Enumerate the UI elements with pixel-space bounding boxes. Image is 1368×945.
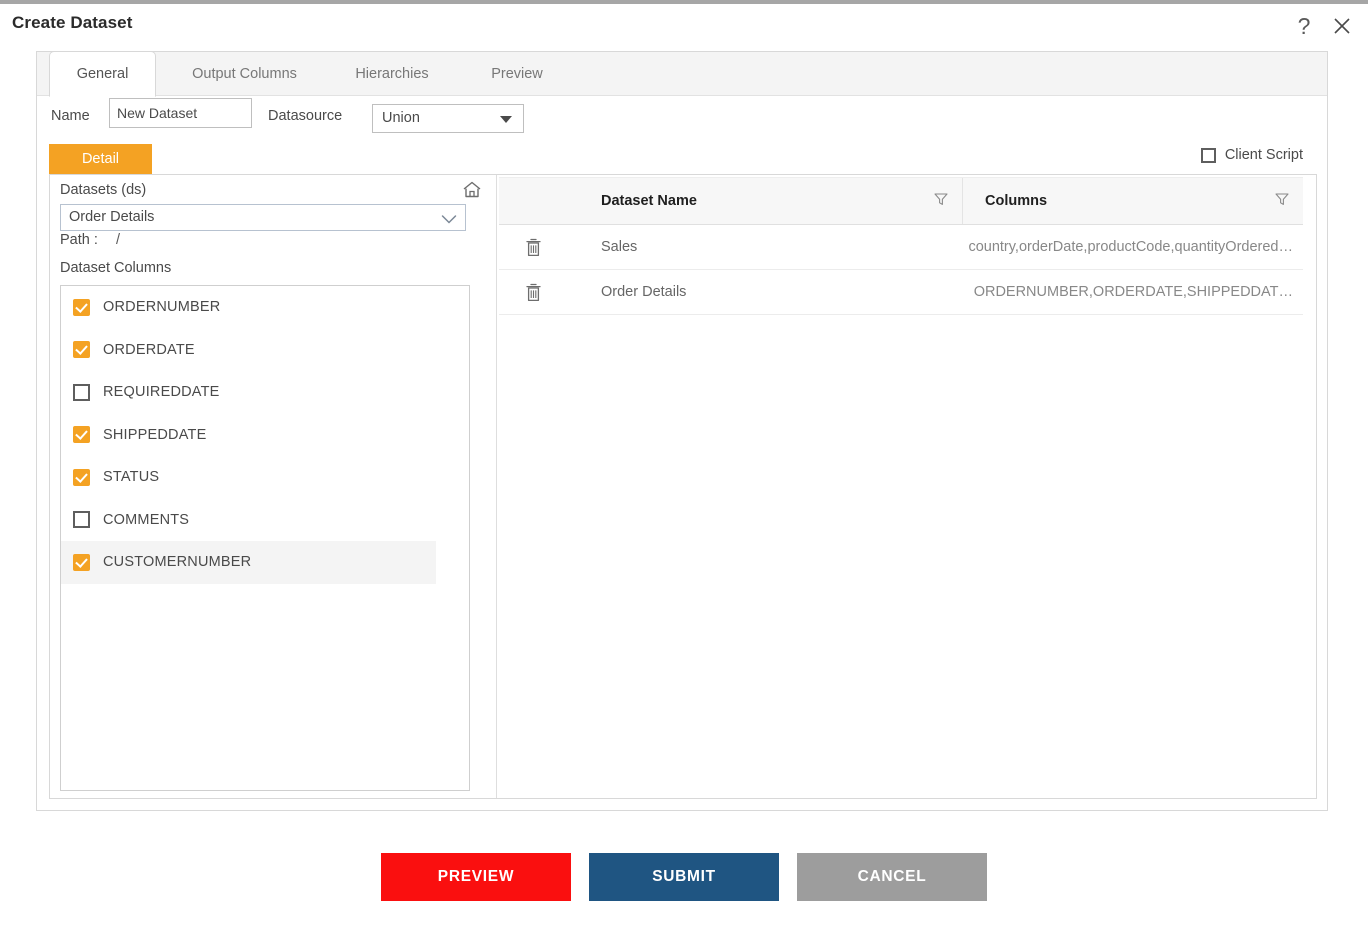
filter-funnel-icon[interactable] (1275, 192, 1289, 210)
column-header-dataset-name-label: Dataset Name (601, 193, 697, 209)
datasource-select[interactable]: Union (372, 104, 524, 133)
dataset-select-value: Order Details (69, 209, 155, 225)
home-icon[interactable] (462, 180, 482, 204)
form-row: Name Datasource Union (37, 96, 1327, 140)
list-item-label: COMMENTS (103, 511, 190, 528)
datasets-table: Dataset Name Columns Sales country,order… (499, 177, 1303, 331)
tab-hierarchies-label: Hierarchies (355, 66, 429, 82)
page-title: Create Dataset (12, 13, 133, 32)
cancel-button[interactable]: CANCEL (797, 853, 987, 901)
detail-subtab[interactable]: Detail (49, 144, 152, 174)
tab-hierarchies[interactable]: Hierarchies (332, 52, 452, 96)
path-label: Path : (60, 232, 98, 248)
list-item-label: SHIPPEDDATE (103, 426, 207, 443)
dataset-tab-card: General Output Columns Hierarchies Previ… (36, 51, 1328, 811)
help-icon[interactable]: ? (1288, 10, 1320, 42)
trash-icon[interactable] (499, 282, 567, 303)
datasource-select-value: Union (382, 110, 420, 126)
table-cell-dataset-name: Order Details (499, 270, 963, 314)
table-row[interactable]: Sales country,orderDate,productCode,quan… (499, 225, 1303, 270)
name-label: Name (51, 108, 90, 124)
datasource-label: Datasource (268, 108, 343, 124)
chevron-down-icon (441, 212, 457, 230)
list-item-label: CUSTOMERNUMBER (103, 554, 252, 571)
checkbox-checked-icon[interactable] (73, 426, 90, 444)
list-item-label: STATUS (103, 469, 160, 486)
filter-funnel-icon[interactable] (934, 192, 948, 210)
path-row: Path : / (60, 232, 120, 248)
checkbox-unchecked-icon[interactable] (73, 383, 90, 401)
table-header-row: Dataset Name Columns (499, 177, 1303, 225)
chevron-down-icon (500, 116, 512, 123)
table-cell-dataset-name: Sales (499, 225, 963, 269)
trash-icon[interactable] (499, 237, 567, 258)
footer-actions: PREVIEW SUBMIT CANCEL (0, 853, 1368, 901)
client-script-checkbox[interactable]: Client Script (1200, 147, 1303, 163)
client-script-label: Client Script (1224, 147, 1303, 163)
checkbox-unchecked-icon (1200, 147, 1216, 163)
checkbox-checked-icon[interactable] (73, 341, 90, 359)
checkbox-checked-icon[interactable] (73, 553, 90, 571)
list-item[interactable]: ORDERDATE (61, 329, 469, 372)
tab-preview-label: Preview (491, 66, 543, 82)
list-item-label: REQUIREDDATE (103, 384, 220, 401)
tab-general-label: General (76, 66, 129, 82)
list-item[interactable]: REQUIREDDATE (61, 371, 469, 414)
detail-subtab-label: Detail (81, 151, 120, 167)
checkbox-checked-icon[interactable] (73, 298, 90, 316)
dataset-columns-label: Dataset Columns (60, 260, 172, 276)
path-value: / (115, 232, 121, 248)
datasets-label: Datasets (ds) (60, 182, 147, 198)
column-header-columns[interactable]: Columns (963, 178, 1303, 224)
list-item-label: ORDERDATE (103, 341, 195, 358)
dataset-columns-list[interactable]: ORDERNUMBER ORDERDATE REQUIREDDATE SHIPP… (60, 285, 470, 791)
tab-output-columns-label: Output Columns (192, 66, 297, 82)
cancel-button-label: CANCEL (857, 868, 927, 885)
left-pane: Datasets (ds) Order Details Path : / Dat… (50, 175, 497, 798)
detail-panes: Datasets (ds) Order Details Path : / Dat… (49, 174, 1317, 799)
dataset-select[interactable]: Order Details (60, 204, 466, 231)
list-item[interactable]: COMMENTS (61, 499, 469, 542)
table-cell-dataset-name-label: Sales (601, 239, 638, 255)
table-cell-columns: ORDERNUMBER,ORDERDATE,SHIPPEDDAT… (973, 284, 1293, 300)
list-item[interactable]: CUSTOMERNUMBER (61, 541, 436, 584)
checkbox-checked-icon[interactable] (73, 468, 90, 486)
column-header-columns-label: Columns (985, 193, 1048, 209)
list-item-label: ORDERNUMBER (103, 299, 221, 316)
preview-button-label: PREVIEW (437, 868, 515, 885)
table-cell-columns: country,orderDate,productCode,quantityOr… (968, 239, 1293, 255)
tab-general[interactable]: General (49, 51, 156, 97)
tab-preview[interactable]: Preview (467, 52, 567, 96)
tab-output-columns[interactable]: Output Columns (172, 52, 317, 96)
table-cell-dataset-name-label: Order Details (601, 284, 687, 300)
checkbox-unchecked-icon[interactable] (73, 511, 90, 529)
list-item[interactable]: ORDERNUMBER (61, 286, 469, 329)
submit-button[interactable]: SUBMIT (589, 853, 779, 901)
table-row[interactable]: Order Details ORDERNUMBER,ORDERDATE,SHIP… (499, 270, 1303, 315)
list-item[interactable]: SHIPPEDDATE (61, 414, 469, 457)
column-header-dataset-name[interactable]: Dataset Name (499, 178, 963, 224)
close-icon[interactable] (1326, 10, 1358, 42)
preview-button[interactable]: PREVIEW (381, 853, 571, 901)
submit-button-label: SUBMIT (652, 868, 716, 885)
right-pane: Dataset Name Columns Sales country,order… (498, 175, 1316, 798)
name-input[interactable] (109, 98, 252, 128)
list-item[interactable]: STATUS (61, 456, 469, 499)
dialog-titlebar: Create Dataset ? (0, 4, 1368, 46)
